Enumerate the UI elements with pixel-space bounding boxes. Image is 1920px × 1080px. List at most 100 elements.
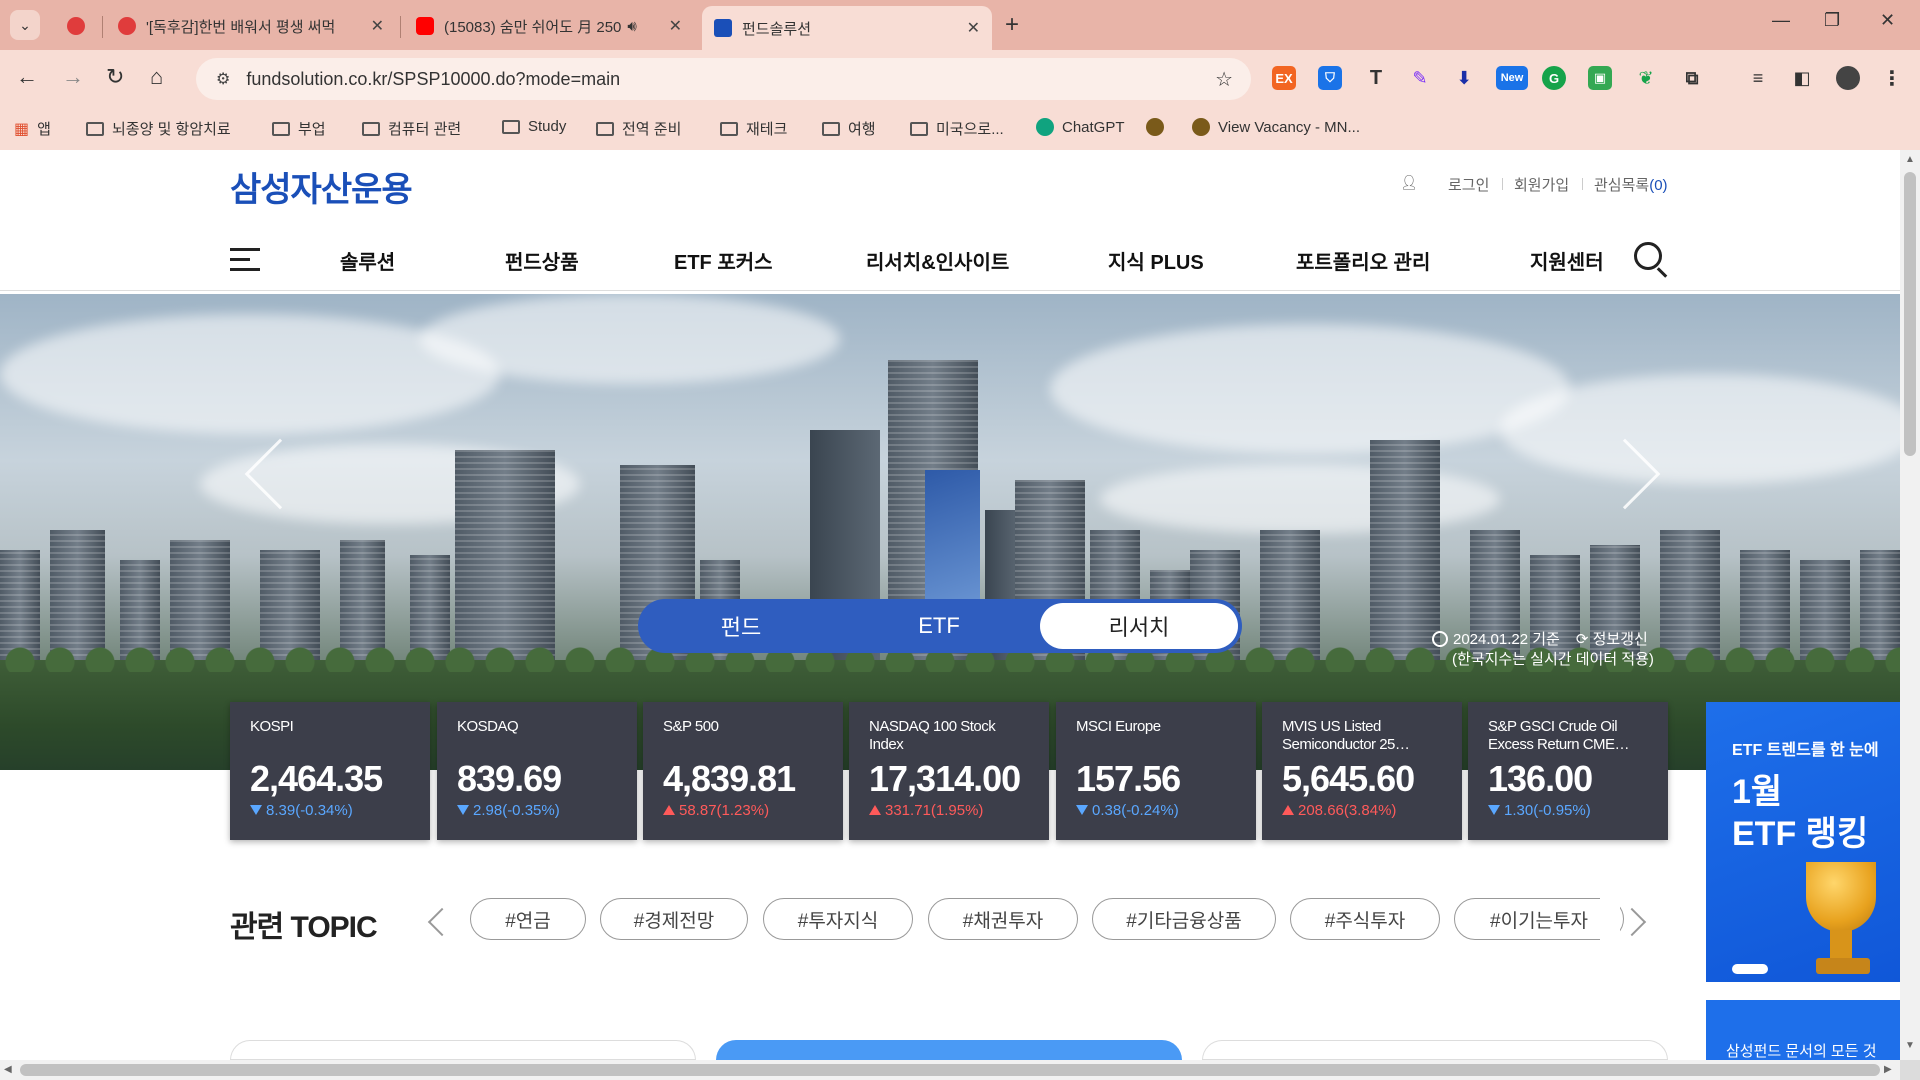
bookmark-folder[interactable]: 여행 — [822, 118, 876, 139]
extension-pen-icon[interactable]: ✎ — [1408, 66, 1432, 90]
index-card[interactable]: NASDAQ 100 Stock Index 17,314.00 331.71(1.… — [849, 702, 1049, 840]
extensions-puzzle-icon[interactable]: ⧉ — [1680, 66, 1704, 90]
index-name: KOSDAQ — [457, 718, 519, 735]
close-tab-icon[interactable]: ✕ — [661, 16, 682, 36]
hero-tab-etf[interactable]: ETF — [840, 599, 1038, 653]
tab-youtube[interactable]: (15083) 숨만 쉬어도 月 250 🔊︎ ✕ — [404, 6, 694, 46]
topic-chip[interactable]: #투자지식 — [763, 898, 913, 940]
site-logo[interactable]: 삼성자산운용 — [230, 162, 413, 211]
gnb-research-insight[interactable]: 리서치&인사이트 — [866, 246, 1009, 275]
topic-chip[interactable]: #채권투자 — [928, 898, 1078, 940]
gnb-solution[interactable]: 솔루션 — [340, 246, 395, 275]
bookmark-star-icon[interactable]: ☆ — [1215, 67, 1233, 92]
hamburger-menu-icon[interactable] — [230, 246, 260, 272]
fund-docs-banner[interactable]: 삼성펀드 문서의 모든 것 — [1706, 1000, 1900, 1060]
scroll-left-icon[interactable]: ◀ — [4, 1064, 12, 1075]
close-tab-icon[interactable]: ✕ — [959, 18, 980, 38]
back-icon[interactable]: ← — [16, 64, 38, 90]
tab-search-chevron-icon[interactable]: ⌄ — [10, 10, 40, 40]
bookmark-folder[interactable]: 컴퓨터 관련 — [362, 118, 461, 139]
gnb-portfolio[interactable]: 포트폴리오 관리 — [1296, 246, 1430, 275]
index-name: MVIS US Listed Semiconductor 25… — [1282, 718, 1410, 753]
gnb-etf-focus[interactable]: ETF 포커스 — [674, 246, 773, 275]
banner-pagination[interactable] — [1732, 964, 1768, 974]
topic-chip[interactable]: #연금 — [470, 898, 586, 940]
extension-grammarly-icon[interactable]: G — [1542, 66, 1566, 90]
extension-new-badge[interactable]: New — [1496, 66, 1528, 90]
apps-grid-icon: ▦ — [14, 120, 30, 138]
profile-avatar[interactable] — [1836, 66, 1860, 90]
restore-icon[interactable]: ❐ — [1824, 10, 1840, 31]
address-bar[interactable]: ⚙ fundsolution.co.kr/SPSP10000.do?mode=m… — [196, 58, 1251, 100]
refresh-button[interactable]: ⟳ 정보갱신 — [1576, 631, 1648, 648]
hero-tab-research[interactable]: 리서치 — [1040, 603, 1238, 649]
close-tab-icon[interactable]: ✕ — [363, 16, 384, 36]
etf-ranking-banner[interactable]: ETF 트렌드를 한 눈에 1월 ETF 랭킹 — [1706, 702, 1900, 982]
media-control-icon[interactable]: ≡ — [1746, 66, 1770, 90]
tab-fundsolution[interactable]: 펀드솔루션 ✕ — [702, 6, 992, 50]
topic-chip[interactable]: #경제전망 — [600, 898, 748, 940]
bookmark-view-vacancy[interactable]: View Vacancy - MN... — [1192, 118, 1360, 136]
vertical-scrollbar[interactable]: ▲ ▼ — [1900, 150, 1920, 1060]
horizontal-scroll-thumb[interactable] — [20, 1064, 1880, 1076]
bookmark-apps[interactable]: ▦ 앱 — [14, 118, 51, 139]
scroll-right-icon[interactable]: ▶ — [1884, 1064, 1892, 1075]
index-card[interactable]: MSCI Europe 157.56 0.38(-0.24%) — [1056, 702, 1256, 840]
content-card[interactable] — [716, 1040, 1182, 1060]
index-card[interactable]: S&P 500 4,839.81 58.87(1.23%) — [643, 702, 843, 840]
down-triangle-icon — [1076, 805, 1088, 815]
reload-icon[interactable]: ↻ — [106, 64, 124, 90]
wishlist-link[interactable]: 관심목록(0) — [1594, 174, 1668, 195]
index-name: S&P 500 — [663, 718, 719, 735]
scroll-down-icon[interactable]: ▼ — [1905, 1040, 1915, 1051]
home-icon[interactable]: ⌂ — [150, 64, 163, 90]
new-tab-button[interactable]: + — [1005, 11, 1019, 39]
forward-icon[interactable]: → — [62, 64, 84, 90]
bookmark-chatgpt[interactable]: ChatGPT — [1036, 118, 1125, 136]
gnb-support[interactable]: 지원센터 — [1530, 246, 1604, 275]
content-card[interactable] — [1202, 1040, 1668, 1060]
bookmark-folder[interactable]: 뇌종양 및 항암치료 — [86, 118, 231, 139]
more-menu-icon[interactable]: ⋮ — [1880, 66, 1904, 90]
topic-chip[interactable]: #이기는투자 — [1454, 898, 1624, 940]
login-link[interactable]: 로그인 — [1448, 174, 1489, 195]
extension-text-icon[interactable]: T — [1364, 66, 1388, 90]
index-card[interactable]: S&P GSCI Crude Oil Excess Return CME… 136… — [1468, 702, 1668, 840]
bookmark-seal[interactable] — [1146, 118, 1164, 136]
index-name: S&P GSCI Crude Oil Excess Return CME… — [1488, 718, 1630, 753]
search-icon[interactable] — [1634, 242, 1662, 270]
topic-chip[interactable]: #주식투자 — [1290, 898, 1440, 940]
extension-ex-icon[interactable]: EX — [1272, 66, 1296, 90]
bookmark-folder[interactable]: Study — [502, 118, 566, 135]
bookmark-folder[interactable]: 부업 — [272, 118, 326, 139]
vertical-scroll-thumb[interactable] — [1904, 172, 1916, 456]
topic-prev-arrow-icon[interactable] — [427, 907, 457, 937]
extension-green-icon[interactable]: ▣ — [1588, 66, 1612, 90]
tab-book-review[interactable]: '[독후감]한번 배워서 평생 써먹 ✕ — [106, 6, 396, 46]
site-info-icon[interactable]: ⚙ — [216, 69, 230, 89]
bookmark-folder[interactable]: 전역 준비 — [596, 118, 681, 139]
bookmark-folder[interactable]: 미국으로... — [910, 118, 1004, 139]
minimize-icon[interactable]: — — [1772, 10, 1790, 31]
join-link[interactable]: 회원가입 — [1514, 174, 1569, 195]
extension-leaf-icon[interactable]: ❦ — [1634, 66, 1658, 90]
scroll-up-icon[interactable]: ▲ — [1905, 154, 1915, 165]
gnb-knowledge-plus[interactable]: 지식 PLUS — [1108, 246, 1204, 275]
side-panel-icon[interactable]: ◧ — [1790, 66, 1814, 90]
speaker-icon[interactable]: 🔊︎ — [627, 18, 636, 35]
gnb-fund-products[interactable]: 펀드상품 — [505, 246, 579, 275]
index-change: 1.30(-0.95%) — [1488, 802, 1648, 819]
topic-chip[interactable]: #기타금융상품 — [1092, 898, 1276, 940]
bookmark-folder[interactable]: 재테크 — [720, 118, 787, 139]
extension-download-icon[interactable]: ⬇ — [1452, 66, 1476, 90]
hero-tab-fund[interactable]: 펀드 — [642, 599, 840, 653]
close-window-icon[interactable]: ✕ — [1880, 10, 1895, 31]
horizontal-scrollbar[interactable]: ◀ ▶ — [0, 1060, 1900, 1080]
index-card[interactable]: KOSDAQ 839.69 2.98(-0.35%) — [437, 702, 637, 840]
content-card[interactable] — [230, 1040, 696, 1060]
extension-bitwarden-icon[interactable]: ⛉ — [1318, 66, 1342, 90]
pinned-tab[interactable] — [55, 6, 95, 46]
topic-title: 관련 TOPIC — [230, 911, 378, 944]
index-card[interactable]: MVIS US Listed Semiconductor 25… 5,645.60… — [1262, 702, 1462, 840]
index-card[interactable]: KOSPI 2,464.35 8.39(-0.34%) — [230, 702, 430, 840]
